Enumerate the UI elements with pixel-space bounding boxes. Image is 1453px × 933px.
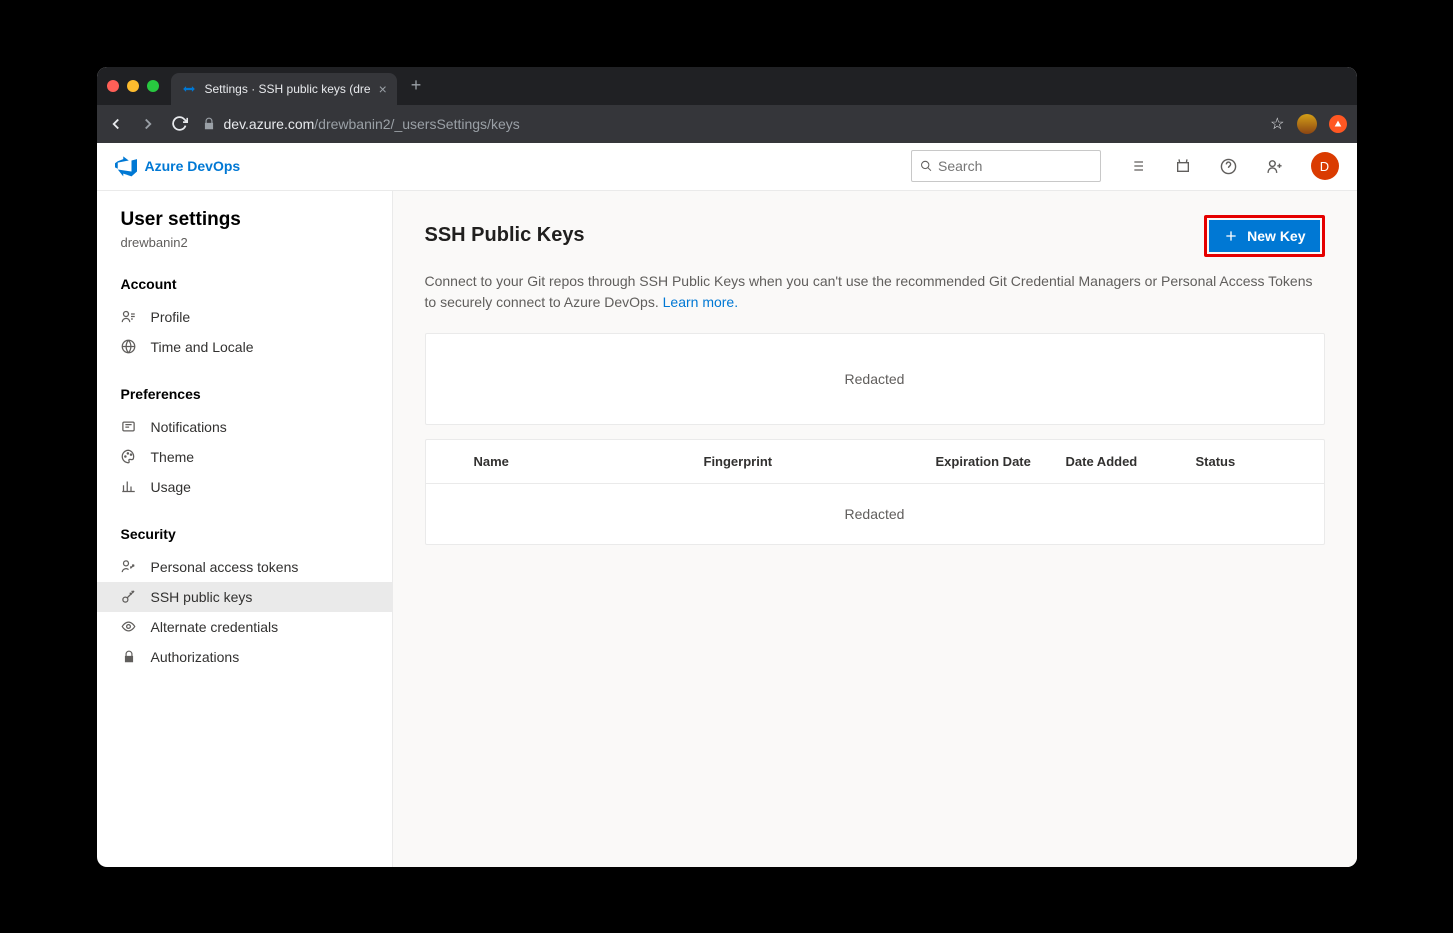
new-tab-button[interactable]: +: [397, 75, 436, 96]
col-fingerprint: Fingerprint: [704, 454, 936, 469]
sidebar-item-time-locale[interactable]: Time and Locale: [97, 332, 392, 362]
browser-tab-strip: Settings · SSH public keys (dre × +: [97, 67, 1357, 105]
sidebar-item-ssh-keys[interactable]: SSH public keys: [97, 582, 392, 612]
sidebar-item-profile[interactable]: Profile: [97, 302, 392, 332]
user-initial: D: [1320, 159, 1329, 174]
sidebar-username: drewbanin2: [97, 235, 392, 268]
azure-header: Azure DevOps D: [97, 143, 1357, 191]
notifications-icon: [121, 419, 137, 435]
browser-toolbar: dev.azure.com/drewbanin2/_usersSettings/…: [97, 105, 1357, 143]
sidebar-section-account: Account: [97, 268, 392, 302]
maximize-window-button[interactable]: [147, 80, 159, 92]
sidebar-item-notifications[interactable]: Notifications: [97, 412, 392, 442]
url-path: /drewbanin2/_usersSettings/keys: [314, 116, 519, 132]
sidebar-section-preferences: Preferences: [97, 378, 392, 412]
user-settings-icon[interactable]: [1265, 156, 1285, 176]
url-host: dev.azure.com: [224, 116, 315, 132]
product-name: Azure DevOps: [145, 158, 241, 174]
sidebar-item-pat[interactable]: Personal access tokens: [97, 552, 392, 582]
sidebar-item-alt-credentials[interactable]: Alternate credentials: [97, 612, 392, 642]
description-text: Connect to your Git repos through SSH Pu…: [425, 273, 1313, 310]
new-key-button[interactable]: New Key: [1209, 220, 1319, 252]
page-description: Connect to your Git repos through SSH Pu…: [425, 271, 1325, 313]
sidebar-item-label: Theme: [151, 449, 195, 465]
col-expiration: Expiration Date: [936, 454, 1066, 469]
lock-icon: [202, 117, 216, 131]
profile-icon: [121, 309, 137, 325]
sidebar: User settings drewbanin2 Account Profile…: [97, 191, 393, 867]
back-button[interactable]: [107, 115, 125, 133]
list-icon[interactable]: [1127, 156, 1147, 176]
sidebar-item-label: Profile: [151, 309, 191, 325]
search-input[interactable]: [938, 158, 1092, 174]
reload-button[interactable]: [171, 115, 188, 132]
page-title: SSH Public Keys: [425, 224, 585, 247]
col-status: Status: [1196, 454, 1276, 469]
page-body: User settings drewbanin2 Account Profile…: [97, 191, 1357, 867]
sidebar-item-usage[interactable]: Usage: [97, 472, 392, 502]
usage-icon: [121, 479, 137, 495]
sidebar-title: User settings: [97, 209, 392, 235]
new-key-label: New Key: [1247, 228, 1305, 244]
tab-title: Settings · SSH public keys (dre: [205, 82, 371, 96]
learn-more-link[interactable]: Learn more.: [663, 294, 738, 310]
azure-devops-logo[interactable]: Azure DevOps: [115, 155, 241, 177]
lock-small-icon: [121, 649, 137, 665]
sidebar-section-security: Security: [97, 518, 392, 552]
table-redacted-row: Redacted: [426, 484, 1324, 544]
table-header-row: Name Fingerprint Expiration Date Date Ad…: [426, 440, 1324, 484]
azure-favicon-icon: [181, 81, 197, 97]
sidebar-item-label: Authorizations: [151, 649, 240, 665]
sidebar-item-label: Usage: [151, 479, 191, 495]
help-icon[interactable]: [1219, 156, 1239, 176]
window-controls: [107, 80, 159, 92]
sidebar-item-theme[interactable]: Theme: [97, 442, 392, 472]
close-tab-icon[interactable]: ×: [379, 81, 387, 97]
user-avatar[interactable]: D: [1311, 152, 1339, 180]
main-content: SSH Public Keys New Key Connect to your …: [393, 191, 1357, 867]
key-icon: [121, 589, 137, 605]
person-key-icon: [121, 559, 137, 575]
sidebar-item-label: SSH public keys: [151, 589, 253, 605]
browser-tab[interactable]: Settings · SSH public keys (dre ×: [171, 73, 397, 105]
sidebar-item-label: Personal access tokens: [151, 559, 299, 575]
profile-avatar-icon[interactable]: [1297, 114, 1317, 134]
sidebar-item-label: Notifications: [151, 419, 227, 435]
new-key-highlight: New Key: [1204, 215, 1324, 257]
keys-table-card: Name Fingerprint Expiration Date Date Ad…: [425, 439, 1325, 545]
plus-icon: [1223, 228, 1239, 244]
forward-button[interactable]: [139, 115, 157, 133]
bookmark-star-icon[interactable]: ☆: [1270, 114, 1284, 134]
close-window-button[interactable]: [107, 80, 119, 92]
col-date-added: Date Added: [1066, 454, 1196, 469]
sidebar-item-label: Alternate credentials: [151, 619, 279, 635]
address-bar[interactable]: dev.azure.com/drewbanin2/_usersSettings/…: [202, 116, 1257, 132]
browser-window: Settings · SSH public keys (dre × + dev.…: [97, 67, 1357, 867]
sidebar-item-authorizations[interactable]: Authorizations: [97, 642, 392, 672]
marketplace-icon[interactable]: [1173, 156, 1193, 176]
eye-icon: [121, 619, 137, 635]
info-card: Redacted: [425, 333, 1325, 425]
search-icon: [920, 159, 933, 173]
theme-icon: [121, 449, 137, 465]
minimize-window-button[interactable]: [127, 80, 139, 92]
globe-icon: [121, 339, 137, 355]
col-name: Name: [474, 454, 704, 469]
extension-icon[interactable]: [1329, 115, 1347, 133]
redacted-region: Redacted: [426, 334, 1324, 424]
azure-devops-icon: [115, 155, 137, 177]
sidebar-item-label: Time and Locale: [151, 339, 254, 355]
search-box[interactable]: [911, 150, 1101, 182]
